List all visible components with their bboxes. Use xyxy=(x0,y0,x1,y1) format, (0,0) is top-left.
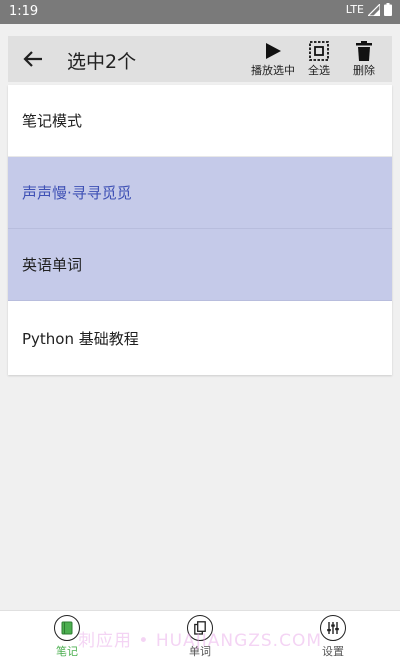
notebook-list: 笔记模式 声声慢·寻寻觅觅 英语单词 Python 基础教程 xyxy=(8,85,392,375)
selection-title: 选中2个 xyxy=(67,51,137,73)
nav-tab-words-label: 单词 xyxy=(189,645,211,658)
delete-button[interactable]: 删除 xyxy=(353,40,375,78)
nav-tab-notes[interactable]: 笔记 xyxy=(27,615,107,659)
list-item[interactable]: Python 基础教程 xyxy=(8,301,392,375)
list-item-label: 声声慢·寻寻觅觅 xyxy=(22,184,132,202)
status-icons: LTE xyxy=(346,3,392,16)
copy-icon xyxy=(194,621,206,635)
play-selected-button[interactable]: 播放选中 xyxy=(251,40,295,78)
bottom-navigation: 笔记 单词 设置 xyxy=(0,610,400,662)
signal-icon xyxy=(368,3,380,16)
select-all-icon xyxy=(309,41,329,61)
status-time: 1:19 xyxy=(9,4,39,19)
list-item-label: 笔记模式 xyxy=(22,112,83,130)
trash-icon xyxy=(356,41,372,61)
nav-tab-settings[interactable]: 设置 xyxy=(293,615,373,659)
play-icon xyxy=(266,43,281,59)
select-all-button[interactable]: 全选 xyxy=(308,40,330,78)
battery-icon xyxy=(384,3,392,16)
list-item[interactable]: 笔记模式 xyxy=(8,85,392,157)
nav-tab-settings-label: 设置 xyxy=(322,645,344,658)
status-bar: 1:19 LTE xyxy=(0,0,400,24)
notebook-icon xyxy=(61,621,73,635)
delete-label: 删除 xyxy=(353,64,375,77)
nav-tab-words[interactable]: 单词 xyxy=(160,615,240,659)
network-type: LTE xyxy=(345,3,364,16)
play-selected-label: 播放选中 xyxy=(251,64,295,77)
nav-tab-notes-label: 笔记 xyxy=(56,645,78,658)
list-item-label: Python 基础教程 xyxy=(22,329,139,348)
back-button[interactable] xyxy=(20,47,46,71)
list-item[interactable]: 英语单词 xyxy=(8,229,392,301)
list-item-label: 英语单词 xyxy=(22,256,83,274)
sliders-icon xyxy=(327,622,339,634)
arrow-left-icon xyxy=(23,51,42,67)
action-bar: 选中2个 播放选中 全选 删除 xyxy=(8,36,392,82)
select-all-label: 全选 xyxy=(308,64,330,77)
list-item[interactable]: 声声慢·寻寻觅觅 xyxy=(8,157,392,229)
